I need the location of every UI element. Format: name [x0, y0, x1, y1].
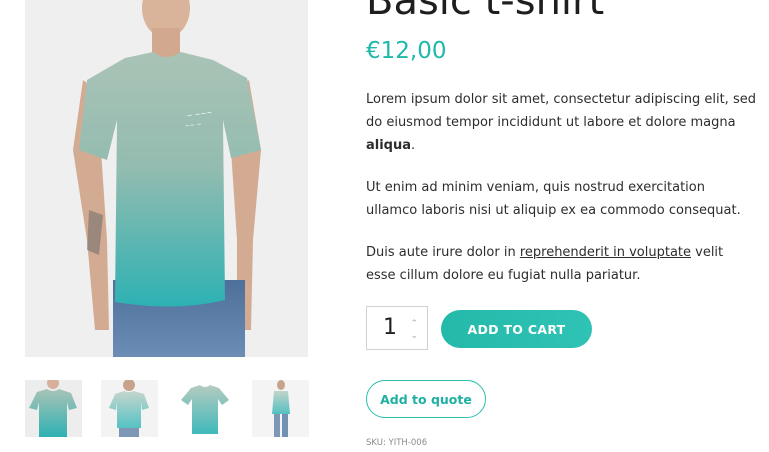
- add-to-quote-button[interactable]: Add to quote: [366, 380, 486, 418]
- description-text: Lorem ipsum dolor sit amet, consectetur …: [366, 92, 756, 130]
- product-price: €12,00: [366, 38, 447, 64]
- description-paragraph-2: Ut enim ad minim veniam, quis nostrud ex…: [366, 180, 741, 218]
- quantity-stepper[interactable]: 1 ⌃ ⌄: [366, 306, 428, 350]
- thumbnail-back-view[interactable]: [101, 380, 158, 437]
- description-paragraph-3: Duis aute irure dolor in reprehenderit i…: [366, 241, 756, 287]
- thumbnail-front-view[interactable]: [25, 380, 82, 437]
- description-text-end: .: [411, 138, 416, 153]
- sku-info: SKU: YITH-006: [366, 438, 427, 448]
- thumbnail-image: [101, 380, 158, 437]
- thumbnail-flat-tshirt[interactable]: [177, 380, 234, 437]
- sku-value: YITH-006: [388, 438, 428, 448]
- description-text: Duis aute irure dolor in: [366, 245, 520, 260]
- description-link[interactable]: reprehenderit in voluptate: [520, 245, 691, 260]
- thumbnail-side-view[interactable]: [252, 380, 309, 437]
- model-photo: ~ ~~~ ~~ ~: [25, 0, 308, 357]
- product-main-image[interactable]: ~ ~~~ ~~ ~: [25, 0, 308, 357]
- thumbnail-image: [25, 380, 82, 437]
- description-paragraph-1: Lorem ipsum dolor sit amet, consectetur …: [366, 88, 756, 157]
- thumbnail-image: [252, 380, 309, 437]
- add-to-cart-button[interactable]: ADD TO CART: [441, 310, 592, 348]
- decrease-quantity-icon[interactable]: ⌄: [410, 331, 418, 341]
- increase-quantity-icon[interactable]: ⌃: [410, 319, 418, 329]
- sku-label: SKU:: [366, 438, 386, 448]
- product-title: Basic t-shirt: [366, 0, 605, 24]
- quantity-input[interactable]: 1: [367, 307, 413, 349]
- description-bold: aliqua: [366, 138, 412, 153]
- thumbnail-image: [177, 380, 234, 437]
